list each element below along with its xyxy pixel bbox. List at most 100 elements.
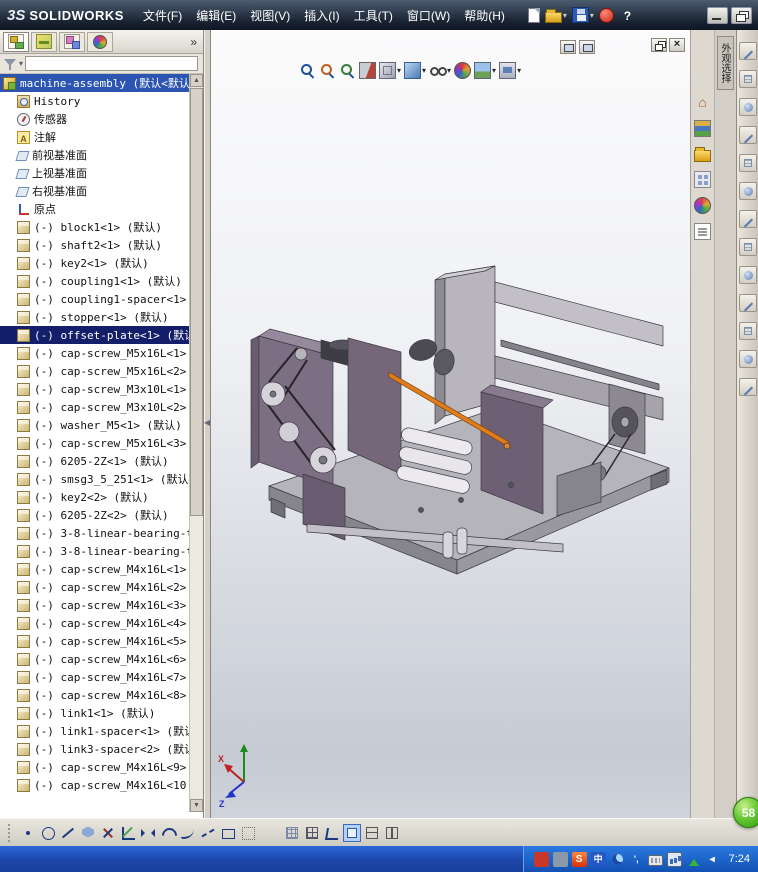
propertymanager-tab-icon[interactable] <box>36 34 52 49</box>
tree-item[interactable]: (-) link1-spacer<1> (默认 <box>0 722 189 740</box>
chamfer-icon[interactable] <box>119 824 137 842</box>
soft-keyboard-icon[interactable] <box>647 854 663 866</box>
line-icon[interactable] <box>59 824 77 842</box>
dock-tool-icon-2[interactable] <box>738 70 757 88</box>
zoom-fit-icon[interactable] <box>299 62 316 79</box>
view-palette-icon[interactable] <box>694 171 711 188</box>
memory-ball[interactable]: 58 <box>733 797 758 828</box>
design-library-icon[interactable] <box>694 120 711 137</box>
tree-scrollbar[interactable]: ▲ ▼ <box>189 74 203 812</box>
user-session-icon[interactable] <box>598 7 614 23</box>
tree-item[interactable]: History <box>0 92 189 110</box>
punctuation-icon[interactable]: ’, <box>629 852 644 867</box>
spline-icon[interactable] <box>179 824 197 842</box>
save-icon[interactable] <box>571 7 589 23</box>
grid-snap-icon[interactable] <box>283 824 301 842</box>
unit-grid-icon[interactable] <box>303 824 321 842</box>
display-style-icon-caret[interactable]: ▾ <box>422 66 426 75</box>
chart-icon[interactable] <box>666 851 682 867</box>
menu-insert[interactable]: 插入(I) <box>297 3 346 28</box>
menu-window[interactable]: 窗口(W) <box>400 3 457 28</box>
doc-close-button[interactable] <box>669 38 685 52</box>
section-view-icon[interactable] <box>359 62 376 79</box>
menu-tools[interactable]: 工具(T) <box>347 3 400 28</box>
cad-model-machine-assembly[interactable] <box>211 30 690 818</box>
zoom-area-icon[interactable] <box>319 62 336 79</box>
tree-item[interactable]: (-) link3-spacer<2> (默认 <box>0 740 189 758</box>
moon-icon[interactable] <box>610 852 625 867</box>
save-icon-caret[interactable]: ▾ <box>590 11 594 20</box>
tree-item[interactable]: 右视基准面 <box>0 182 189 200</box>
arc-icon[interactable] <box>159 824 177 842</box>
configurationmanager-tab-icon[interactable] <box>64 34 80 49</box>
dock-tool-icon-4[interactable] <box>738 126 757 144</box>
tray-app-icon-2[interactable] <box>552 851 568 867</box>
tabs-overflow-button[interactable]: » <box>190 35 203 49</box>
tree-item[interactable]: (-) cap-screw_M4x16L<6> <box>0 650 189 668</box>
dock-tool-icon-3[interactable] <box>738 98 757 116</box>
construction-icon[interactable] <box>239 824 257 842</box>
tree-item[interactable]: (-) cap-screw_M4x16L<9> <box>0 758 189 776</box>
edit-appearance-icon[interactable] <box>454 62 472 79</box>
tree-item[interactable]: 上视基准面 <box>0 164 189 182</box>
scroll-down-button[interactable]: ▼ <box>190 799 203 812</box>
restore-button[interactable] <box>731 6 752 24</box>
tree-item[interactable]: 传感器 <box>0 110 189 128</box>
view-settings-icon[interactable] <box>499 62 517 79</box>
splitter-collapse-icon[interactable]: ◀ <box>204 418 210 427</box>
featuremanager-tree-tab-icon[interactable] <box>8 34 24 49</box>
tree-filter-input[interactable] <box>25 56 198 71</box>
green-arrows-icon[interactable] <box>686 852 701 867</box>
tree-item[interactable]: (-) cap-screw_M3x10L<1> <box>0 380 189 398</box>
tree-item[interactable]: (-) coupling1<1> (默认) <box>0 272 189 290</box>
tree-item[interactable]: (-) cap-screw_M4x16L<7> <box>0 668 189 686</box>
tree-item[interactable]: (-) 6205-2Z<1> (默认) <box>0 452 189 470</box>
toolbar-grip[interactable] <box>8 823 12 842</box>
tree-item[interactable]: 原点 <box>0 200 189 218</box>
appearances-scenes-icon[interactable] <box>694 197 711 214</box>
tree-item[interactable]: (-) cap-screw_M4x16L<2> <box>0 578 189 596</box>
solidworks-resources-home-icon[interactable] <box>694 94 711 111</box>
dock-tool-icon-12[interactable] <box>738 350 757 368</box>
doc-restore-button[interactable] <box>651 38 667 52</box>
tree-item[interactable]: (-) 3-8-linear-bearing-t <box>0 524 189 542</box>
tree-item[interactable]: (-) link1<1> (默认) <box>0 704 189 722</box>
filter-caret-icon[interactable]: ▾ <box>19 59 23 68</box>
tree-item[interactable]: 前视基准面 <box>0 146 189 164</box>
tree-item[interactable]: (-) key2<2> (默认) <box>0 488 189 506</box>
tree-item[interactable]: (-) cap-screw_M5x16L<3> <box>0 434 189 452</box>
tree-item[interactable]: (-) block1<1> (默认) <box>0 218 189 236</box>
open-icon-caret[interactable]: ▾ <box>563 11 567 20</box>
tree-item[interactable]: (-) cap-screw_M5x16L<2> <box>0 362 189 380</box>
tree-item[interactable]: (-) cap-screw_M4x16L<8> <box>0 686 189 704</box>
file-explorer-icon[interactable] <box>694 147 711 162</box>
tray-app-icon-1[interactable] <box>533 851 549 867</box>
tree-item[interactable]: (-) key2<1> (默认) <box>0 254 189 272</box>
dock-tool-icon-6[interactable] <box>738 182 757 200</box>
menu-edit[interactable]: 编辑(E) <box>189 3 243 28</box>
tree-item[interactable]: machine-assembly (默认<默认 <box>0 74 189 92</box>
tree-item[interactable]: (-) washer_M5<1> (默认) <box>0 416 189 434</box>
dock-tool-icon-5[interactable] <box>738 154 757 172</box>
tree-item[interactable]: (-) cap-screw_M4x16L<5> <box>0 632 189 650</box>
polygon-icon[interactable] <box>79 824 97 842</box>
taskbar-clock[interactable]: 7:24 <box>729 853 750 865</box>
new-document-icon[interactable] <box>527 7 540 23</box>
scroll-up-button[interactable]: ▲ <box>190 74 203 87</box>
tree-item[interactable]: (-) cap-screw_M4x16L<10 <box>0 776 189 794</box>
dock-tool-icon-1[interactable] <box>738 42 757 60</box>
view-orientation-icon-caret[interactable]: ▾ <box>397 66 401 75</box>
mirror-icon[interactable] <box>139 824 157 842</box>
hide-show-items-icon-caret[interactable]: ▾ <box>447 66 451 75</box>
tree-item[interactable]: (-) stopper<1> (默认) <box>0 308 189 326</box>
help-icon[interactable] <box>619 7 636 23</box>
angle-snap-icon[interactable] <box>323 824 341 842</box>
view-orientation-icon[interactable] <box>379 62 396 79</box>
sogou-pinyin-icon[interactable]: S <box>571 851 587 867</box>
ime-language-icon[interactable]: 中 <box>590 851 606 867</box>
tree-item[interactable]: (-) cap-screw_M3x10L<2> <box>0 398 189 416</box>
hide-show-items-icon[interactable] <box>429 62 448 79</box>
apply-scene-icon[interactable] <box>474 62 492 79</box>
doc-button-2[interactable] <box>579 40 595 54</box>
minimize-button[interactable] <box>707 6 728 24</box>
